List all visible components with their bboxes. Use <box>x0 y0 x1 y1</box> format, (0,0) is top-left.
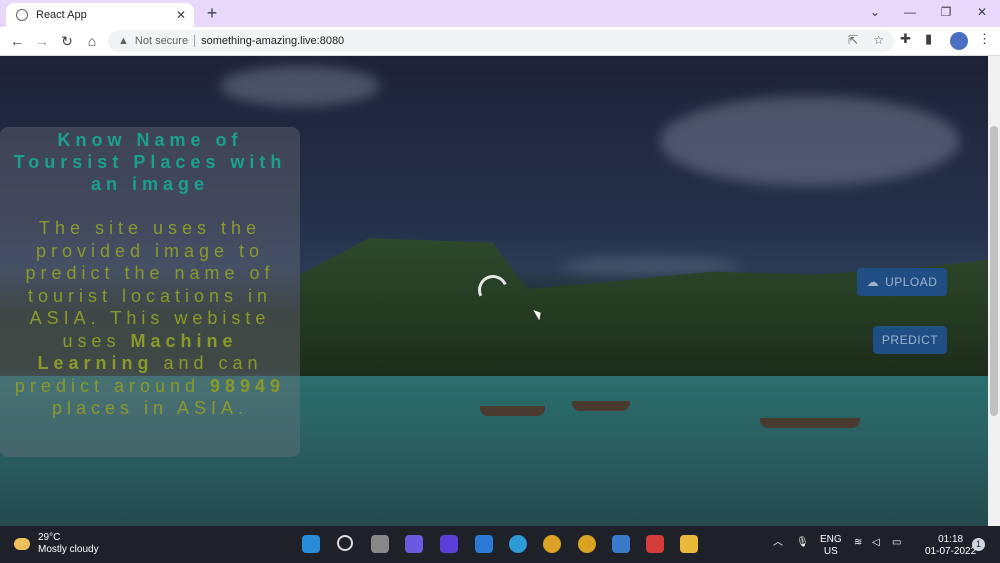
language-line-2: US <box>823 546 838 557</box>
description-text-3: places in ASIA. <box>51 398 249 418</box>
chevron-down-icon[interactable]: ⌄ <box>863 3 887 21</box>
cloud <box>660 96 960 186</box>
upload-label: UPLOAD <box>885 275 938 289</box>
new-tab-button[interactable]: + <box>202 3 222 23</box>
restore-button[interactable]: ❐ <box>934 3 958 21</box>
mail-icon[interactable] <box>475 535 493 553</box>
boat <box>760 418 860 428</box>
tab-react-app[interactable]: React App ✕ <box>6 3 194 27</box>
tab-title: React App <box>36 9 87 21</box>
reload-icon[interactable]: ↻ <box>58 32 76 50</box>
language-indicator[interactable]: ENG US <box>820 534 842 558</box>
chevron-up-icon[interactable]: ︿ <box>773 537 783 549</box>
camera-icon[interactable] <box>646 535 664 553</box>
side-panel-icon[interactable]: ▮ <box>925 31 932 47</box>
weather-temp: 29°C <box>38 532 61 543</box>
page-description: The site uses the provided image to pred… <box>0 217 300 420</box>
predict-label: PREDICT <box>881 333 939 347</box>
battery-icon[interactable]: ▭ <box>892 537 901 549</box>
browser-toolbar: ← → ↻ ⌂ ▲ Not secure something-amazing.l… <box>0 27 1000 56</box>
back-icon[interactable]: ← <box>8 32 26 50</box>
weather-icon <box>14 538 30 550</box>
app-icon[interactable] <box>440 535 458 553</box>
share-icon[interactable]: ⇱ <box>848 33 858 47</box>
file-explorer-icon[interactable] <box>680 535 698 553</box>
boat <box>572 401 630 411</box>
close-window-button[interactable]: ✕ <box>970 3 994 21</box>
globe-icon <box>16 9 28 21</box>
extensions-icon[interactable]: ✚ <box>900 31 911 47</box>
close-icon[interactable]: ✕ <box>174 8 188 22</box>
predict-button[interactable]: PREDICT <box>873 326 947 354</box>
separator <box>194 35 196 47</box>
clock-time: 01:18 <box>938 534 964 545</box>
warning-icon[interactable]: ▲ <box>118 35 129 47</box>
info-panel: Know Name of Toursist Places with an ima… <box>0 127 300 457</box>
windows-taskbar: 29°C Mostly cloudy ︿ 🎙 ENG US ≋ ◁ ▭ 01:1… <box>0 526 1000 563</box>
scrollbar-thumb[interactable] <box>990 126 998 416</box>
notification-badge[interactable]: 1 <box>972 538 985 551</box>
description-bold-2: 98949 <box>210 375 286 396</box>
clock-date: 01-07-2022 <box>925 546 977 557</box>
home-icon[interactable]: ⌂ <box>83 32 101 50</box>
star-icon[interactable]: ☆ <box>873 33 884 47</box>
microphone-icon[interactable]: 🎙 <box>796 537 809 549</box>
start-icon[interactable] <box>302 535 320 553</box>
weather-widget[interactable]: 29°C Mostly cloudy <box>14 532 99 556</box>
language-line-1: ENG <box>820 534 842 545</box>
upload-button[interactable]: ☁ UPLOAD <box>857 268 947 296</box>
photos-icon[interactable] <box>612 535 630 553</box>
search-icon[interactable] <box>337 535 353 551</box>
volume-icon[interactable]: ◁ <box>872 537 880 549</box>
teams-icon[interactable] <box>405 535 423 553</box>
clock[interactable]: 01:18 01-07-2022 <box>925 534 976 558</box>
tab-strip: React App ✕ + ⌄ — ❐ ✕ <box>0 0 1000 27</box>
minimize-button[interactable]: — <box>898 3 922 21</box>
cloud-upload-icon: ☁ <box>866 275 880 289</box>
task-view-icon[interactable] <box>371 535 389 553</box>
profile-avatar[interactable] <box>950 32 968 50</box>
chrome-icon[interactable] <box>543 535 561 553</box>
forward-icon[interactable]: → <box>33 32 51 50</box>
address-bar[interactable]: ▲ Not secure something-amazing.live:8080… <box>108 30 894 52</box>
weather-condition: Mostly cloudy <box>38 544 99 555</box>
island-image <box>300 238 988 376</box>
screen: React App ✕ + ⌄ — ❐ ✕ ← → ↻ ⌂ ▲ Not secu… <box>0 0 1000 563</box>
url-text: something-amazing.live:8080 <box>201 35 345 47</box>
edge-icon[interactable] <box>509 535 527 553</box>
boat <box>480 406 545 416</box>
scrollbar[interactable] <box>988 56 1000 526</box>
menu-icon[interactable]: ⋮ <box>978 31 991 47</box>
cloud <box>220 66 380 106</box>
chrome-active-icon[interactable] <box>578 535 596 553</box>
security-label: Not secure <box>134 35 189 47</box>
wifi-icon[interactable]: ≋ <box>854 537 862 549</box>
page-heading: Know Name of Toursist Places with an ima… <box>13 130 287 194</box>
